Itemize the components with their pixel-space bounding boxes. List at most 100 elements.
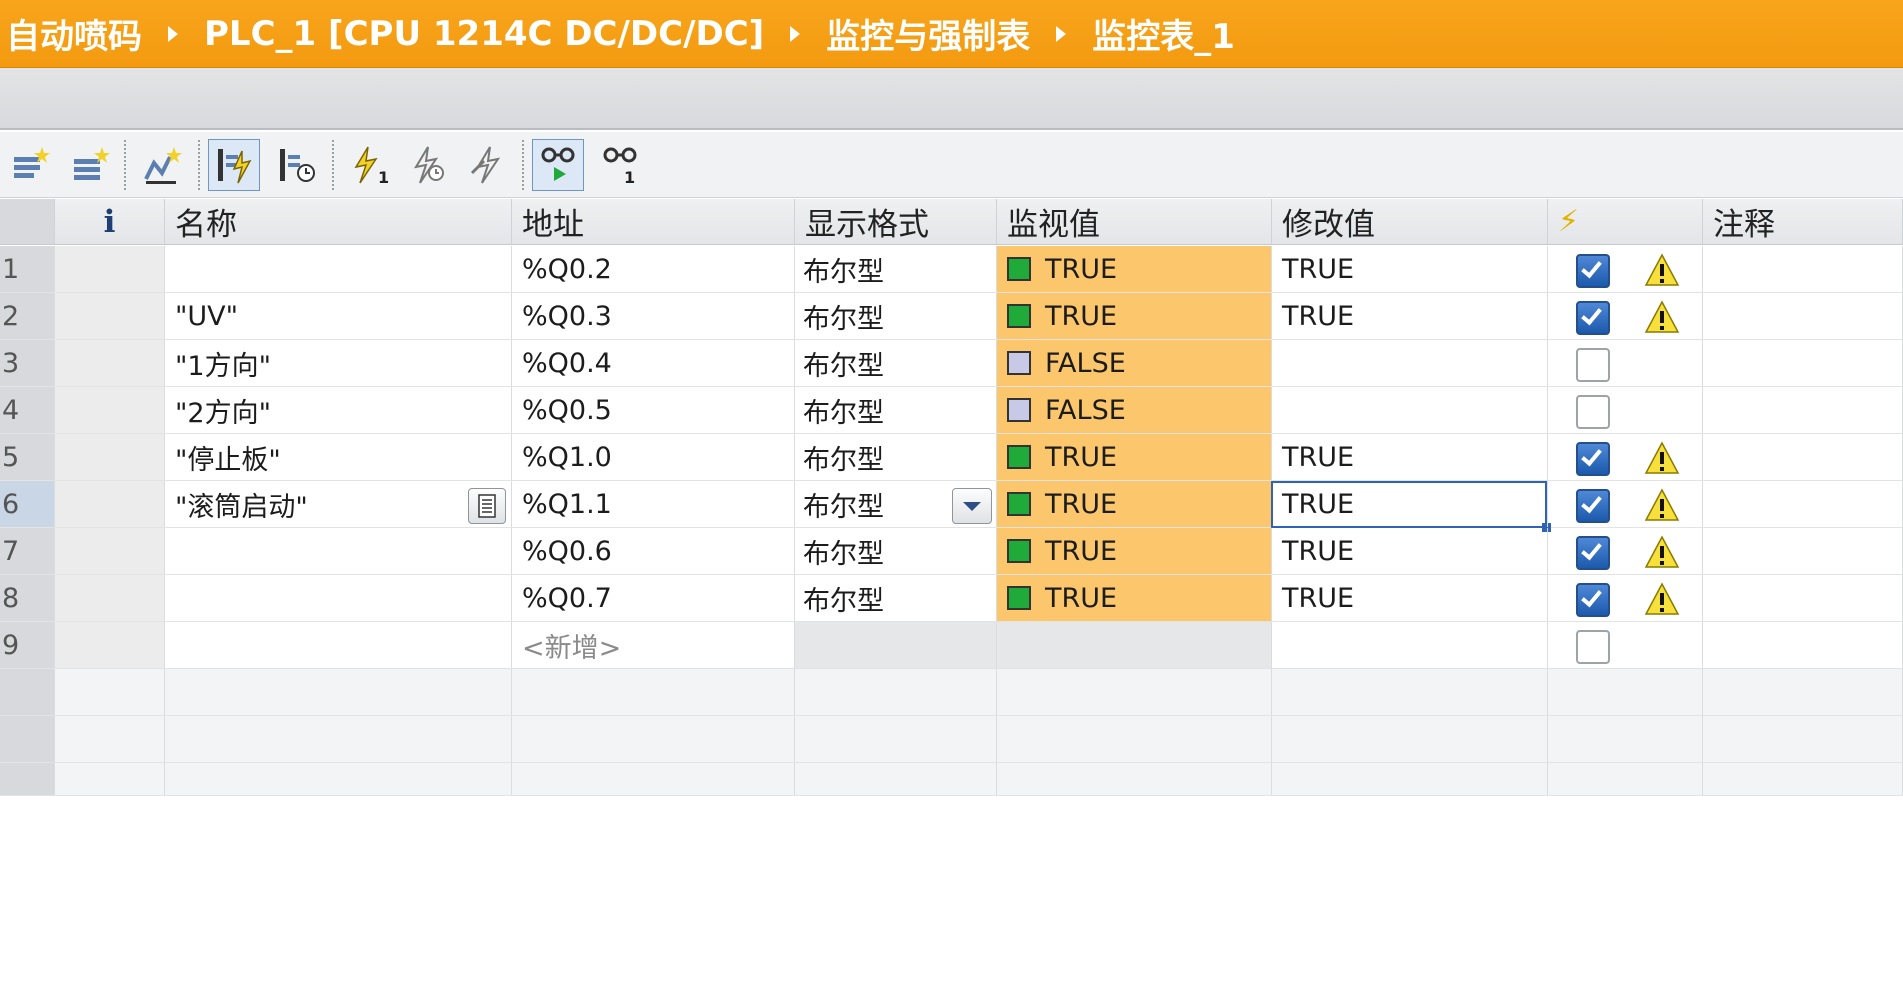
update-snapshot-icon[interactable] [136, 139, 188, 191]
empty-cell [1548, 763, 1703, 795]
address-cell[interactable]: %Q1.1 [512, 481, 795, 527]
modify-value-cell[interactable]: TRUE [1272, 246, 1548, 292]
header-comment[interactable]: 注释 [1703, 199, 1903, 244]
address-cell[interactable]: %Q0.5 [512, 387, 795, 433]
address-cell[interactable]: %Q0.4 [512, 340, 795, 386]
table-row[interactable]: 2 "UV" %Q0.3 布尔型 TRUE TRUE [0, 293, 1903, 340]
comment-cell[interactable] [1703, 246, 1903, 292]
header-name[interactable]: 名称 [165, 199, 512, 244]
header-display-format[interactable]: 显示格式 [795, 199, 997, 244]
table-row[interactable]: 1 %Q0.2 布尔型 TRUE TRUE [0, 246, 1903, 293]
tag-name-cell[interactable]: "1方向" [165, 340, 512, 386]
modify-value-cell[interactable] [1272, 387, 1548, 433]
display-format-cell[interactable]: 布尔型 [795, 528, 997, 574]
comment-cell[interactable] [1703, 434, 1903, 480]
modify-checkbox[interactable] [1576, 395, 1610, 429]
modify-flag-cell [1548, 340, 1703, 386]
modify-value: TRUE [1282, 441, 1355, 473]
address-cell[interactable]: %Q0.3 [512, 293, 795, 339]
breadcrumb-watch-table[interactable]: 监控表_1 [1092, 9, 1235, 58]
address-cell[interactable]: %Q0.7 [512, 575, 795, 621]
modify-checkbox[interactable] [1576, 301, 1610, 335]
breadcrumb-project[interactable]: 自动喷码 [6, 9, 142, 58]
force-icon[interactable]: 1 [342, 139, 394, 191]
monitor-once-icon[interactable] [270, 139, 322, 191]
row-number[interactable]: 3 [0, 340, 55, 386]
modify-checkbox[interactable] [1576, 254, 1610, 288]
comment-cell[interactable] [1703, 340, 1903, 386]
table-row[interactable]: 6 "滚筒启动" %Q1.1 布尔型 TRUE TRUE [0, 481, 1903, 532]
display-format-cell[interactable]: 布尔型 [795, 340, 997, 386]
info-icon: i [103, 203, 116, 240]
row-number[interactable]: 8 [0, 575, 55, 621]
table-row[interactable]: 3 "1方向" %Q0.4 布尔型 FALSE [0, 340, 1903, 387]
modify-now-icon[interactable] [460, 139, 512, 191]
address-cell[interactable]: %Q0.2 [512, 246, 795, 292]
format-dropdown-button[interactable] [952, 488, 992, 524]
row-number[interactable]: 2 [0, 293, 55, 339]
tag-name-cell[interactable]: "UV" [165, 293, 512, 339]
modify-checkbox[interactable] [1576, 442, 1610, 476]
monitor-once-glasses-icon[interactable]: 1 [594, 139, 646, 191]
comment-cell[interactable] [1703, 481, 1903, 527]
empty-cell [1548, 716, 1703, 762]
display-format-cell[interactable]: 布尔型 [795, 575, 997, 621]
row-number[interactable]: 5 [0, 434, 55, 480]
modify-checkbox[interactable] [1576, 348, 1610, 382]
table-row[interactable]: 5 "停止板" %Q1.0 布尔型 TRUE TRUE [0, 434, 1903, 481]
header-modify-value[interactable]: 修改值 [1272, 199, 1548, 244]
header-modify-flag[interactable]: ⚡ [1548, 199, 1703, 244]
display-format-cell[interactable]: 布尔型 [795, 293, 997, 339]
row-number[interactable]: 7 [0, 528, 55, 574]
display-format-cell[interactable]: 布尔型 [795, 387, 997, 433]
tag-name-cell[interactable] [165, 246, 512, 292]
comment-cell[interactable] [1703, 575, 1903, 621]
add-row-icon[interactable] [64, 139, 116, 191]
modify-checkbox[interactable] [1576, 630, 1610, 664]
tag-name-cell[interactable] [165, 622, 512, 668]
monitor-all-icon[interactable] [208, 139, 260, 191]
breadcrumb-plc[interactable]: PLC_1 [CPU 1214C DC/DC/DC] [204, 14, 764, 54]
row-number[interactable]: 1 [0, 246, 55, 292]
new-row[interactable]: 9 <新增> [0, 622, 1903, 669]
row-number[interactable]: 9 [0, 622, 55, 668]
display-format-value: 布尔型 [803, 350, 884, 382]
modify-checkbox[interactable] [1576, 489, 1610, 523]
comment-cell[interactable] [1703, 387, 1903, 433]
modify-checkbox[interactable] [1576, 583, 1610, 617]
modify-checkbox[interactable] [1576, 536, 1610, 570]
row-number[interactable]: 4 [0, 387, 55, 433]
breadcrumb-watch-folder[interactable]: 监控与强制表 [826, 9, 1030, 58]
modify-value-cell[interactable]: TRUE [1272, 528, 1548, 574]
modify-value-cell[interactable]: TRUE [1272, 575, 1548, 621]
tag-name-cell[interactable] [165, 575, 512, 621]
row-number[interactable]: 6 [0, 481, 55, 527]
address-cell[interactable]: %Q0.6 [512, 528, 795, 574]
header-info[interactable]: i [55, 199, 165, 244]
comment-cell[interactable] [1703, 528, 1903, 574]
display-format-cell[interactable]: 布尔型 [795, 434, 997, 480]
address-cell[interactable]: %Q1.0 [512, 434, 795, 480]
table-row[interactable]: 4 "2方向" %Q0.5 布尔型 FALSE [0, 387, 1903, 434]
comment-cell[interactable] [1703, 293, 1903, 339]
header-monitor-value[interactable]: 监视值 [997, 199, 1272, 244]
modify-value-cell[interactable] [1272, 340, 1548, 386]
display-format-cell[interactable]: 布尔型 [795, 246, 997, 292]
tag-name-cell[interactable]: "停止板" [165, 434, 512, 480]
empty-row [0, 763, 1903, 796]
insert-row-icon[interactable] [4, 139, 56, 191]
monitor-all-glasses-icon[interactable] [532, 139, 584, 191]
toolbar-separator [124, 140, 126, 190]
modify-value-cell[interactable]: TRUE [1272, 434, 1548, 480]
address-cell[interactable]: <新增> [512, 622, 795, 668]
header-address[interactable]: 地址 [512, 199, 795, 244]
table-row[interactable]: 7 %Q0.6 布尔型 TRUE TRUE [0, 528, 1903, 575]
tag-browse-button[interactable] [468, 488, 506, 524]
modify-value-cell[interactable]: TRUE [1272, 293, 1548, 339]
tag-name-cell[interactable]: "2方向" [165, 387, 512, 433]
stop-force-icon[interactable] [402, 139, 454, 191]
tag-name-cell[interactable]: "滚筒启动" [165, 481, 512, 527]
table-row[interactable]: 8 %Q0.7 布尔型 TRUE TRUE [0, 575, 1903, 622]
tag-name-cell[interactable] [165, 528, 512, 574]
modify-value-cell[interactable]: TRUE [1272, 481, 1548, 527]
